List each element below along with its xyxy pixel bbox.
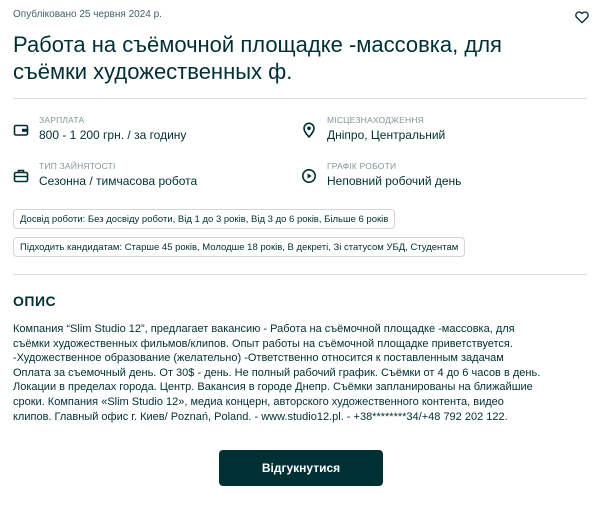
published-date: Опубліковано 25 червня 2024 р. xyxy=(13,9,162,20)
divider xyxy=(13,98,587,99)
salary-value: 800 - 1 200 грн. / за годину xyxy=(39,128,187,142)
schedule-label: ГРАФІК РОБОТИ xyxy=(327,161,397,171)
description-text: Компания “Slim Studio 12”, предлагает ва… xyxy=(13,323,541,423)
location-value: Дніпро, Центральний xyxy=(327,128,446,142)
divider xyxy=(13,274,587,275)
employment-type-label: ТИП ЗАЙНЯТОСТІ xyxy=(39,161,116,171)
location-pin-icon xyxy=(303,122,315,138)
play-clock-icon xyxy=(302,169,316,183)
wallet-icon xyxy=(13,124,29,136)
employment-type-value: Сезонна / тимчасова робота xyxy=(39,174,198,188)
candidates-tag: Підходить кандидатам: Старше 45 років, М… xyxy=(13,237,466,257)
location-label: МІСЦЕЗНАХОДЖЕННЯ xyxy=(327,115,424,125)
experience-tag: Досвід роботи: Без досвіду роботи, Від 1… xyxy=(13,209,396,229)
job-title: Работа на съёмочной площадке -массовка, … xyxy=(13,32,502,84)
apply-button[interactable]: Відгукнутися xyxy=(219,450,383,486)
briefcase-icon xyxy=(13,169,29,183)
schedule-value: Неповний робочий день xyxy=(327,174,462,188)
heart-icon[interactable] xyxy=(574,9,590,25)
description-heading: ОПИС xyxy=(13,293,57,309)
salary-label: ЗАРПЛАТА xyxy=(39,115,85,125)
